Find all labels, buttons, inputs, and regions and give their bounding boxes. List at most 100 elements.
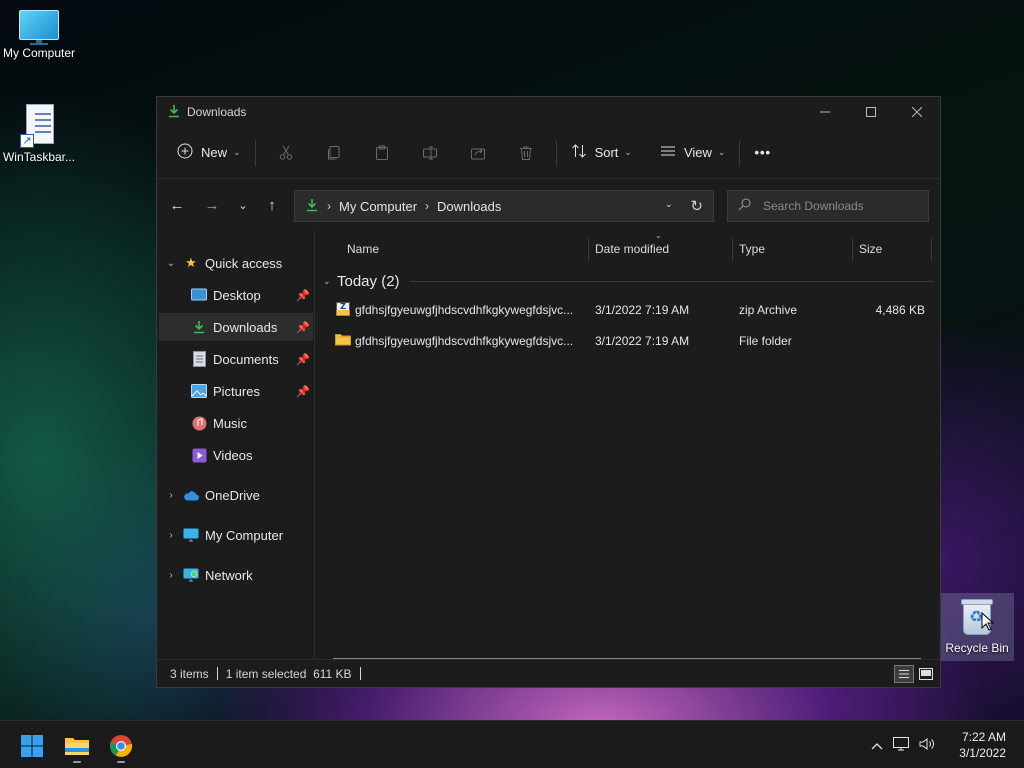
- desktop-folder-icon: [191, 287, 207, 303]
- desktop-icon-wintaskbar[interactable]: ↗ WinTaskbar...: [0, 104, 81, 164]
- new-button-label: New: [201, 145, 228, 160]
- share-icon[interactable]: [454, 137, 502, 169]
- title-bar[interactable]: Downloads: [157, 97, 940, 127]
- chevron-down-icon: ⌄: [717, 147, 726, 157]
- copy-icon[interactable]: [310, 137, 358, 169]
- mouse-cursor-icon: [981, 612, 995, 631]
- volume-icon[interactable]: [919, 737, 935, 754]
- column-header-type[interactable]: Type: [739, 242, 765, 256]
- show-hidden-icons-button[interactable]: [871, 738, 883, 753]
- taskbar-chrome[interactable]: [101, 729, 141, 763]
- sidebar-item-videos[interactable]: Videos: [159, 441, 313, 469]
- sidebar-item-network[interactable]: › Network: [159, 561, 313, 589]
- sidebar-item-pictures[interactable]: Pictures 📌: [159, 377, 313, 405]
- taskbar-file-explorer[interactable]: [57, 729, 97, 763]
- sidebar-item-downloads[interactable]: Downloads 📌: [159, 313, 313, 341]
- desktop-icon-label: WinTaskbar...: [2, 150, 76, 164]
- file-row[interactable]: Z gfdhsjfgyeuwgfjhdscvdhfkgkywegfdsjvc..…: [333, 295, 929, 325]
- forward-button[interactable]: →: [200, 193, 224, 217]
- chevron-right-icon[interactable]: ›: [159, 530, 183, 541]
- recent-locations-button[interactable]: ⌄: [231, 193, 255, 217]
- paste-icon[interactable]: [358, 137, 406, 169]
- view-button[interactable]: View ⌄: [652, 137, 734, 169]
- more-options-button[interactable]: •••: [746, 137, 779, 169]
- clock-date: 3/1/2022: [959, 746, 1006, 760]
- search-input[interactable]: [763, 199, 923, 213]
- address-dropdown-button[interactable]: ⌄: [665, 199, 673, 210]
- address-bar[interactable]: › My Computer › Downloads ⌄ ↻: [294, 190, 714, 222]
- document-shortcut-icon: ↗: [20, 104, 56, 148]
- chevron-right-icon[interactable]: ›: [159, 570, 183, 581]
- file-type: zip Archive: [739, 303, 798, 317]
- folder-icon: [335, 332, 351, 348]
- item-count: 3 items: [170, 666, 209, 681]
- network-status-icon[interactable]: [893, 736, 910, 754]
- breadcrumb-downloads[interactable]: Downloads: [437, 199, 501, 214]
- pin-icon[interactable]: 📌: [293, 353, 313, 366]
- star-icon: ★: [185, 255, 197, 270]
- breadcrumb-my-computer[interactable]: My Computer: [339, 199, 417, 214]
- chevron-right-icon[interactable]: ›: [159, 490, 183, 501]
- window-title: Downloads: [187, 105, 247, 119]
- selection-info: 1 item selected 611 KB: [225, 666, 352, 681]
- column-header-name[interactable]: Name: [347, 242, 379, 256]
- file-explorer-window: Downloads New ⌄ Sort ⌄ View ⌄ ••• ← → ⌄ …: [156, 96, 941, 688]
- command-bar: New ⌄ Sort ⌄ View ⌄ •••: [157, 127, 940, 179]
- chrome-icon: [110, 735, 133, 757]
- toolbar-separator: [254, 139, 256, 166]
- desktop-icon-label: Recycle Bin: [945, 641, 1009, 655]
- details-view-button[interactable]: [894, 665, 914, 683]
- sidebar-item-my-computer[interactable]: › My Computer: [159, 521, 313, 549]
- system-tray: 7:22 AM 3/1/2022: [871, 721, 1024, 768]
- sort-button-label: Sort: [594, 145, 619, 160]
- pin-icon[interactable]: 📌: [293, 385, 313, 398]
- sidebar-item-onedrive[interactable]: › OneDrive: [159, 481, 313, 509]
- music-icon: [191, 415, 207, 431]
- search-box[interactable]: [727, 190, 929, 222]
- pin-icon[interactable]: 📌: [293, 289, 313, 302]
- svg-text:Z: Z: [340, 302, 346, 311]
- sort-button[interactable]: Sort ⌄: [563, 137, 640, 169]
- desktop-icon-recycle-bin[interactable]: ♻ Recycle Bin: [940, 593, 1014, 661]
- desktop-icon-my-computer[interactable]: My Computer: [0, 10, 81, 60]
- sidebar-item-music[interactable]: Music: [159, 409, 313, 437]
- sort-icon: [571, 143, 587, 162]
- rename-icon[interactable]: [406, 137, 454, 169]
- clock[interactable]: 7:22 AM 3/1/2022: [959, 729, 1006, 761]
- file-name: gfdhsjfgyeuwgfjhdscvdhfkgkywegfdsjvc...: [355, 334, 574, 348]
- sidebar-item-desktop[interactable]: Desktop 📌: [159, 281, 313, 309]
- file-date: 3/1/2022 7:19 AM: [595, 334, 690, 348]
- refresh-button[interactable]: ↻: [690, 197, 703, 215]
- videos-icon: [191, 447, 207, 463]
- minimize-button[interactable]: [802, 97, 848, 127]
- sidebar-item-documents[interactable]: Documents 📌: [159, 345, 313, 373]
- file-size: 4,486 KB: [875, 303, 925, 317]
- cloud-icon: [183, 487, 199, 503]
- column-header-date-modified[interactable]: Date modified: [595, 242, 669, 256]
- cut-icon[interactable]: [262, 137, 310, 169]
- pictures-icon: [191, 383, 207, 399]
- pin-icon[interactable]: 📌: [293, 321, 313, 334]
- new-button[interactable]: New ⌄: [169, 137, 249, 169]
- maximize-button[interactable]: [848, 97, 894, 127]
- delete-icon[interactable]: [502, 137, 550, 169]
- sidebar-item-quick-access[interactable]: ⌄ ★ Quick access: [159, 249, 313, 277]
- more-icon: •••: [754, 145, 772, 160]
- sort-indicator-icon: ⌄: [655, 231, 662, 240]
- file-row[interactable]: gfdhsjfgyeuwgfjhdscvdhfkgkywegfdsjvc... …: [333, 326, 929, 356]
- download-arrow-icon: [305, 198, 319, 215]
- back-button[interactable]: ←: [165, 193, 189, 217]
- column-header-size[interactable]: Size: [859, 242, 882, 256]
- tiles-view-button[interactable]: [916, 665, 936, 683]
- view-button-label: View: [683, 145, 712, 160]
- chevron-down-icon[interactable]: ⌄: [159, 258, 183, 269]
- chevron-down-icon: ⌄: [323, 275, 331, 286]
- start-button[interactable]: [12, 729, 52, 763]
- up-button[interactable]: ↑: [260, 193, 284, 217]
- close-button[interactable]: [894, 97, 940, 127]
- column-header-row: Name ⌄ Date modified Type Size: [317, 231, 935, 267]
- group-header-today[interactable]: ⌄ Today (2): [323, 271, 933, 291]
- taskbar: 7:22 AM 3/1/2022: [0, 720, 1024, 768]
- breadcrumb-chevron-icon: ›: [425, 199, 430, 213]
- view-list-icon: [660, 143, 676, 162]
